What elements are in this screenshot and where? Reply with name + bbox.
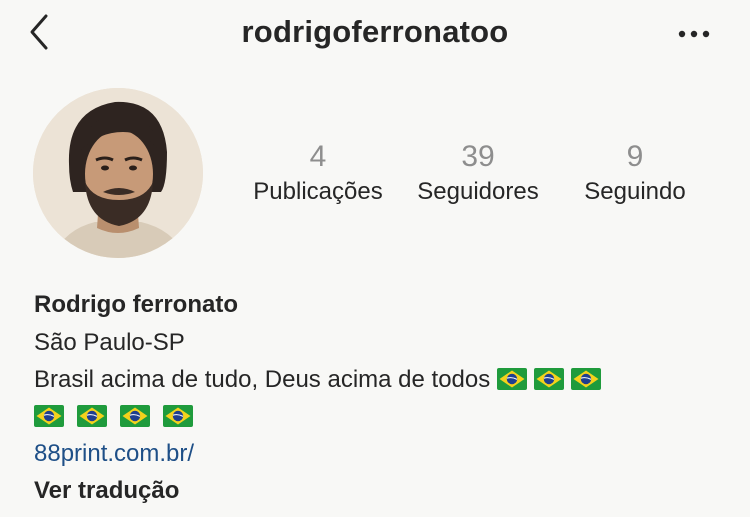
profile-location: São Paulo-SP xyxy=(34,329,185,356)
brazil-flag-icon xyxy=(163,405,193,427)
avatar[interactable] xyxy=(33,88,203,258)
following-count[interactable]: 9 Seguindo xyxy=(570,138,700,208)
posts-count-value: 4 xyxy=(309,140,327,173)
website-link[interactable]: 88print.com.br/ xyxy=(34,435,724,472)
followers-count-value: 39 xyxy=(461,140,495,173)
profile-stats: 4 Publicações 39 Seguidores 9 Seguindo xyxy=(240,138,710,218)
more-horizontal-icon xyxy=(676,30,712,50)
brazil-flag-icon xyxy=(120,405,150,427)
brazil-flag-icon xyxy=(77,405,107,427)
see-translation-button[interactable]: Ver tradução xyxy=(34,472,724,510)
more-options-button[interactable] xyxy=(676,22,712,46)
brazil-flag-icon xyxy=(496,368,527,390)
brazil-flag-icon xyxy=(533,368,564,390)
profile-username: rodrigoferronatoo xyxy=(241,14,509,49)
profile-bio: Rodrigo ferronato São Paulo-SP Brasil ac… xyxy=(34,286,724,510)
profile-full-name: Rodrigo ferronato xyxy=(34,291,238,318)
following-count-value: 9 xyxy=(626,140,644,173)
profile-photo xyxy=(33,88,203,258)
bio-text: Brasil acima de tudo, Deus acima de todo… xyxy=(34,366,491,393)
top-bar: rodrigoferronatoo xyxy=(0,0,750,66)
followers-count[interactable]: 39 Seguidores xyxy=(404,138,552,208)
flag-group-inline xyxy=(496,366,601,393)
posts-count-label: Publicações xyxy=(253,178,383,205)
brazil-flag-icon xyxy=(570,368,601,390)
posts-count[interactable]: 4 Publicações xyxy=(240,138,396,208)
brazil-flag-icon xyxy=(34,405,64,427)
flag-group-row xyxy=(34,398,724,435)
bio-text-line: Brasil acima de tudo, Deus acima de todo… xyxy=(34,361,724,398)
followers-count-label: Seguidores xyxy=(417,178,539,205)
following-count-label: Seguindo xyxy=(584,178,686,205)
